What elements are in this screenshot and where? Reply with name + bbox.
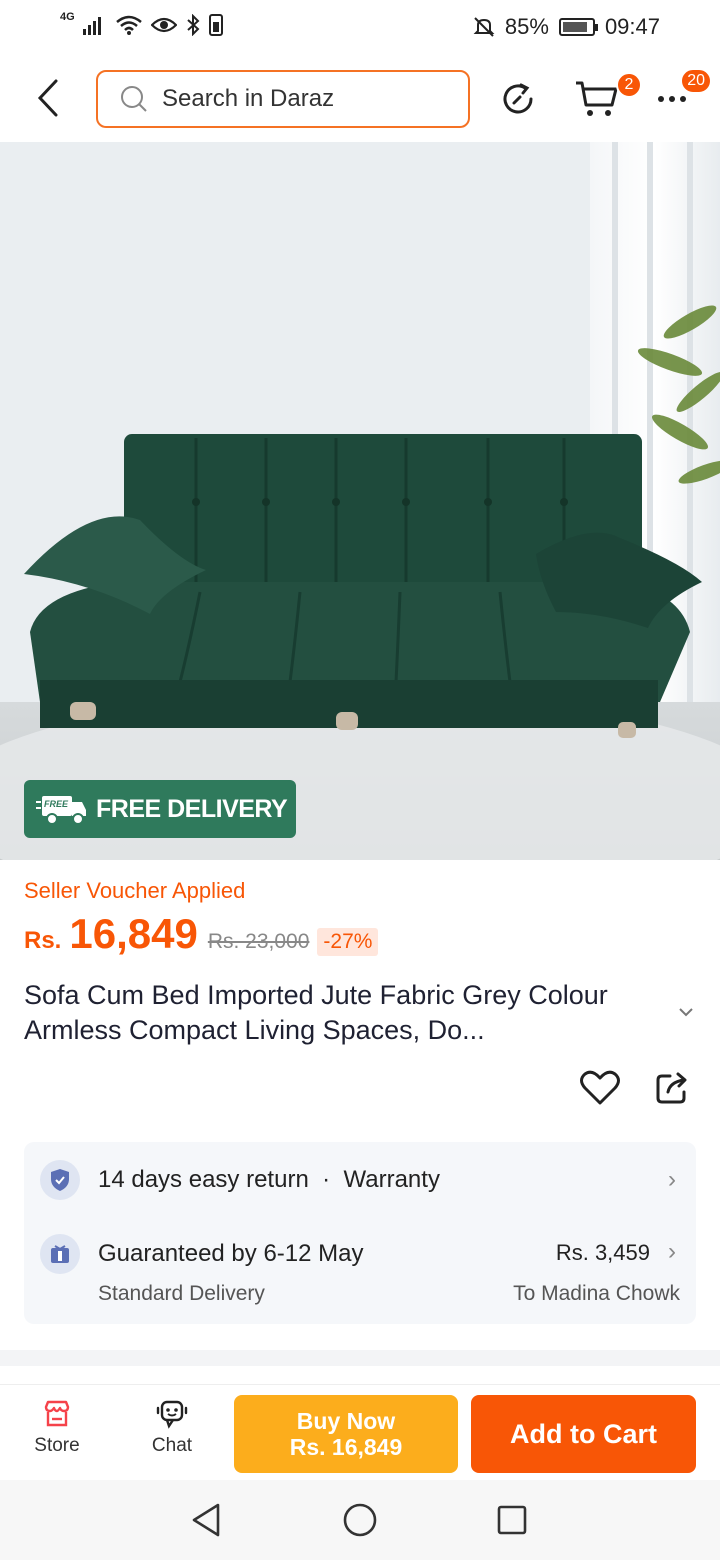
more-icon [658, 96, 686, 102]
delivery-type: Standard Delivery [98, 1282, 265, 1305]
status-icons-right: 85% 09:47 [473, 14, 660, 40]
chat-button[interactable]: Chat [132, 1399, 212, 1457]
battery-percent: 85% [504, 14, 549, 39]
signal-icon [82, 17, 101, 35]
header: Search in Daraz 2 20 [0, 56, 720, 142]
package-icon [40, 1234, 80, 1274]
cart-icon [576, 81, 618, 116]
delivery-guarantee-text: Guaranteed by 6-12 May [98, 1240, 364, 1267]
delivery-price: Rs. 3,459 [555, 1240, 650, 1265]
free-tag: FREE [44, 799, 69, 809]
bottom-action-bar: Store Chat Buy Now Rs. 16,849 Add to Car… [0, 1384, 720, 1480]
back-button[interactable] [28, 76, 68, 120]
heart-icon [580, 1070, 620, 1105]
chevron-right-icon: › [668, 1238, 676, 1265]
mute-icon [473, 17, 495, 37]
cart-button[interactable]: 2 [572, 72, 642, 122]
expand-title-button[interactable] [678, 1004, 694, 1022]
history-button[interactable] [496, 76, 540, 122]
store-button[interactable]: Store [17, 1399, 97, 1457]
triangle-back-icon [192, 1503, 220, 1537]
product-image[interactable]: FREE FREE DELIVERY [0, 142, 720, 860]
section-divider [0, 1350, 720, 1366]
more-button[interactable]: 20 [652, 68, 712, 122]
network-type: 4G [60, 11, 75, 23]
delivery-truck-icon: FREE [36, 796, 86, 825]
nav-recents-button[interactable] [492, 1500, 532, 1540]
history-icon [503, 83, 533, 114]
store-label: Store [34, 1435, 80, 1456]
shield-icon [40, 1160, 80, 1200]
system-nav-bar [0, 1480, 720, 1560]
status-bar: 4G 85% 09:47 [0, 0, 720, 56]
status-icons-left: 4G [60, 11, 223, 36]
more-badge: 20 [680, 68, 712, 94]
chevron-right-icon: › [668, 1166, 676, 1193]
circle-home-icon [343, 1503, 377, 1537]
back-arrow-icon [37, 79, 58, 117]
clock: 09:47 [604, 14, 660, 39]
add-to-cart-label: Add to Cart [510, 1418, 657, 1449]
store-icon [44, 1400, 70, 1427]
add-to-cart-button[interactable]: Add to Cart [471, 1395, 696, 1473]
battery-fill [562, 22, 587, 32]
buy-now-price: Rs. 16,849 [289, 1434, 403, 1460]
chevron-down-icon [679, 1008, 693, 1017]
delivery-row[interactable]: Guaranteed by 6-12 May Standard Delivery… [24, 1218, 696, 1324]
return-warranty-row[interactable]: 14 days easy return · Warranty › [24, 1142, 696, 1218]
share-button[interactable] [650, 1066, 694, 1110]
battery-icon [558, 18, 598, 36]
free-delivery-label: FREE DELIVERY [96, 794, 288, 823]
wifi-icon [115, 15, 142, 35]
return-text: 14 days easy return · Warranty [98, 1166, 440, 1193]
original-price: Rs. 23,000 [207, 930, 310, 953]
sofa-photo [0, 142, 720, 860]
service-info-card: 14 days easy return · Warranty › Guarant… [24, 1142, 696, 1324]
price-row: Rs. 16,849 Rs. 23,000 -27% [24, 910, 379, 958]
cart-badge: 2 [616, 72, 642, 98]
search-icon [121, 86, 147, 112]
nav-back-button[interactable] [186, 1500, 226, 1540]
bluetooth-icon [187, 14, 200, 36]
nav-home-button[interactable] [340, 1500, 380, 1540]
product-title[interactable]: Sofa Cum Bed Imported Jute Fabric Grey C… [24, 978, 664, 1048]
delivery-location: To Madina Chowk [513, 1282, 680, 1305]
currency-label: Rs. [24, 927, 62, 954]
chat-label: Chat [151, 1435, 193, 1456]
search-placeholder: Search in Daraz [162, 85, 335, 112]
seller-voucher-label: Seller Voucher Applied [24, 878, 246, 903]
buy-now-label: Buy Now [296, 1408, 396, 1434]
eye-icon [150, 17, 177, 33]
square-recents-icon [497, 1505, 527, 1535]
sim-icon [208, 14, 223, 36]
chat-icon [156, 1400, 188, 1429]
discount-badge: -27% [317, 928, 379, 956]
current-price: 16,849 [69, 910, 198, 957]
search-input[interactable]: Search in Daraz [96, 70, 470, 128]
buy-now-button[interactable]: Buy Now Rs. 16,849 [234, 1395, 458, 1473]
wishlist-button[interactable] [578, 1066, 622, 1110]
share-icon [656, 1072, 687, 1104]
free-delivery-badge: FREE FREE DELIVERY [24, 780, 296, 838]
